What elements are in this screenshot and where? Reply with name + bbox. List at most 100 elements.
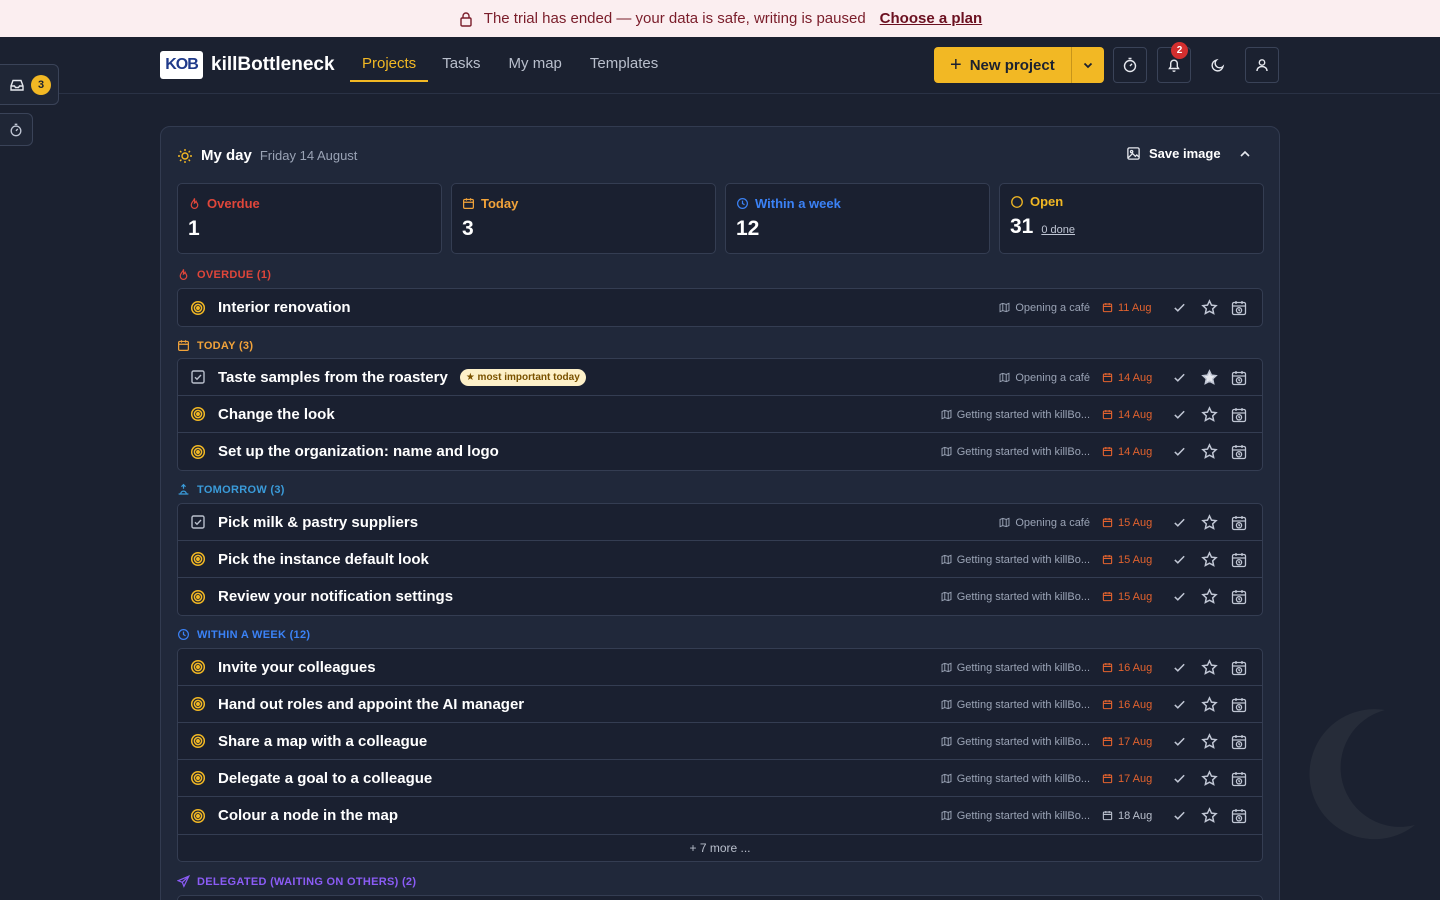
inbox-chip[interactable]: 3	[0, 64, 59, 105]
save-image-button[interactable]: Save image	[1126, 146, 1221, 161]
project-link[interactable]: Getting started with killBo...	[941, 773, 1090, 785]
complete-button[interactable]	[1164, 545, 1194, 575]
complete-button[interactable]	[1164, 801, 1194, 831]
project-link[interactable]: Getting started with killBo...	[941, 591, 1090, 603]
task-title[interactable]: Hand out roles and appoint the AI manage…	[218, 696, 524, 713]
task-title[interactable]: Change the look	[218, 406, 335, 423]
complete-button[interactable]	[1164, 764, 1194, 794]
goal-target-icon[interactable]	[190, 733, 206, 749]
complete-button[interactable]	[1164, 400, 1194, 430]
complete-button[interactable]	[1164, 508, 1194, 538]
tab-templates[interactable]: Templates	[576, 53, 672, 82]
theme-toggle-button[interactable]	[1201, 47, 1235, 83]
task-title[interactable]: Share a map with a colleague	[218, 733, 427, 750]
complete-button[interactable]	[1164, 293, 1194, 323]
star-button[interactable]	[1194, 764, 1224, 794]
task-title[interactable]: Interior renovation	[218, 299, 351, 316]
reschedule-button[interactable]	[1224, 400, 1254, 430]
reschedule-button[interactable]	[1224, 653, 1254, 683]
star-button[interactable]	[1194, 545, 1224, 575]
project-link[interactable]: Getting started with killBo...	[941, 699, 1090, 711]
collapse-button[interactable]	[1237, 146, 1253, 162]
task-title[interactable]: Set up the organization: name and logo	[218, 443, 499, 460]
project-link[interactable]: Opening a café	[999, 372, 1090, 384]
project-link[interactable]: Getting started with killBo...	[941, 554, 1090, 566]
goal-target-icon[interactable]	[190, 406, 206, 422]
project-link[interactable]: Opening a café	[999, 517, 1090, 529]
star-button[interactable]	[1194, 801, 1224, 831]
reschedule-button[interactable]	[1224, 727, 1254, 757]
star-button[interactable]	[1194, 653, 1224, 683]
goal-target-icon[interactable]	[190, 659, 206, 675]
complete-button[interactable]	[1164, 653, 1194, 683]
reschedule-button[interactable]	[1224, 363, 1254, 393]
stat-open[interactable]: Open 31 0 done	[999, 183, 1264, 254]
complete-button[interactable]	[1164, 582, 1194, 612]
task-title[interactable]: Pick the instance default look	[218, 551, 429, 568]
star-button[interactable]	[1194, 727, 1224, 757]
project-link[interactable]: Getting started with killBo...	[941, 736, 1090, 748]
reschedule-button[interactable]	[1224, 293, 1254, 323]
goal-target-icon[interactable]	[190, 444, 206, 460]
task-title[interactable]: Review your notification settings	[218, 588, 453, 605]
choose-plan-link[interactable]: Choose a plan	[880, 10, 983, 27]
task-title[interactable]: Taste samples from the roastery	[218, 369, 448, 386]
star-button[interactable]	[1194, 293, 1224, 323]
decorative-moon-icon	[1309, 709, 1415, 840]
stat-week[interactable]: Within a week 12	[725, 183, 990, 254]
stat-today[interactable]: Today 3	[451, 183, 716, 254]
reschedule-button[interactable]	[1224, 582, 1254, 612]
timer-button[interactable]	[1113, 47, 1147, 83]
task-title[interactable]: Colour a node in the map	[218, 807, 398, 824]
star-button[interactable]	[1194, 400, 1224, 430]
star-button[interactable]	[1194, 690, 1224, 720]
star-button[interactable]	[1194, 437, 1224, 467]
reschedule-button[interactable]	[1224, 764, 1254, 794]
project-link[interactable]: Getting started with killBo...	[941, 810, 1090, 822]
task-meta: Opening a café 15 Aug	[999, 504, 1262, 541]
brand-name[interactable]: killBottleneck	[211, 54, 335, 76]
tab-projects[interactable]: Projects	[350, 53, 429, 82]
due-date: 11 Aug	[1102, 302, 1154, 314]
reschedule-button[interactable]	[1224, 690, 1254, 720]
reschedule-button[interactable]	[1224, 437, 1254, 467]
stat-overdue[interactable]: Overdue 1	[177, 183, 442, 254]
tab-tasks[interactable]: Tasks	[428, 53, 494, 82]
goal-target-icon[interactable]	[190, 300, 206, 316]
show-more-button[interactable]: + 7 more ...	[178, 834, 1262, 861]
task-checkbox-icon[interactable]	[190, 514, 206, 530]
stat-open-done-link[interactable]: 0 done	[1041, 224, 1075, 236]
timer-chip[interactable]	[0, 113, 33, 146]
complete-button[interactable]	[1164, 437, 1194, 467]
star-button[interactable]	[1194, 508, 1224, 538]
reschedule-button[interactable]	[1224, 801, 1254, 831]
goal-target-icon[interactable]	[190, 696, 206, 712]
star-button[interactable]	[1194, 363, 1224, 393]
project-link[interactable]: Getting started with killBo...	[941, 409, 1090, 421]
notifications-button[interactable]: 2	[1157, 42, 1191, 83]
goal-target-icon[interactable]	[190, 808, 206, 824]
my-day-title: My day	[201, 147, 252, 164]
new-project-button[interactable]: + New project	[934, 47, 1071, 83]
tab-my-map[interactable]: My map	[495, 53, 576, 82]
project-link[interactable]: Getting started with killBo...	[941, 662, 1090, 674]
reschedule-button[interactable]	[1224, 545, 1254, 575]
complete-button[interactable]	[1164, 727, 1194, 757]
complete-button[interactable]	[1164, 363, 1194, 393]
reschedule-button[interactable]	[1224, 508, 1254, 538]
star-button[interactable]	[1194, 582, 1224, 612]
profile-button[interactable]	[1245, 47, 1279, 83]
complete-button[interactable]	[1164, 690, 1194, 720]
logo[interactable]: KOB	[160, 51, 203, 79]
goal-target-icon[interactable]	[190, 770, 206, 786]
new-project-dropdown-button[interactable]	[1071, 47, 1104, 83]
task-title[interactable]: Delegate a goal to a colleague	[218, 770, 432, 787]
task-row: Pick the instance default look Getting st…	[178, 541, 1262, 578]
goal-target-icon[interactable]	[190, 589, 206, 605]
goal-target-icon[interactable]	[190, 551, 206, 567]
project-link[interactable]: Getting started with killBo...	[941, 446, 1090, 458]
task-title[interactable]: Pick milk & pastry suppliers	[218, 514, 418, 531]
task-checkbox-icon[interactable]	[190, 369, 206, 385]
task-title[interactable]: Invite your colleagues	[218, 659, 376, 676]
project-link[interactable]: Opening a café	[999, 302, 1090, 314]
